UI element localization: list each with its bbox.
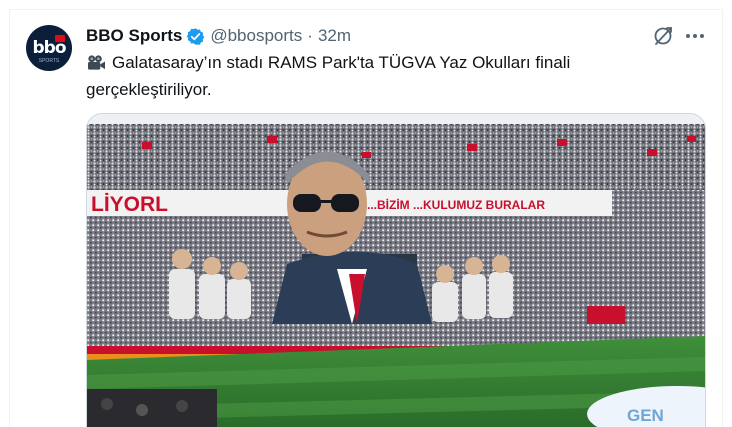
grok-icon[interactable] <box>652 25 674 47</box>
flag-icon <box>55 35 65 42</box>
tweet-text-line-1: Galatasaray’ın stadı RAMS Park'ta TÜGVA … <box>86 51 686 78</box>
separator-dot: · <box>307 26 313 45</box>
tweet-media-image[interactable]: LİYORL ...BİZİM ...KULUMUZ BURALAR GEN <box>86 113 706 427</box>
banner-left-text: LİYORL <box>91 193 168 216</box>
tweet-header: BBO Sports @bbosports · 32m <box>86 25 351 47</box>
verified-icon[interactable] <box>186 27 205 46</box>
tweet-text-line-2: gerçekleştiriliyor. <box>86 80 212 99</box>
author-name[interactable]: BBO Sports <box>86 26 182 46</box>
tweet-text: Galatasaray’ın stadı RAMS Park'ta TÜGVA … <box>86 51 686 102</box>
pitch-board-text: GEN <box>627 406 664 425</box>
stadium-photo: LİYORL ...BİZİM ...KULUMUZ BURALAR GEN <box>87 114 705 427</box>
avatar-sub-text: SPORTS <box>38 58 60 64</box>
timestamp[interactable]: 32m <box>318 26 351 46</box>
avatar[interactable]: bbo SPORTS <box>26 25 72 71</box>
camera-icon <box>86 54 107 78</box>
author-handle[interactable]: @bbosports <box>210 26 302 46</box>
tweet-text-content-1: Galatasaray’ın stadı RAMS Park'ta TÜGVA … <box>112 53 571 72</box>
more-icon[interactable] <box>684 25 706 47</box>
banner-right-text: ...BİZİM ...KULUMUZ BURALAR <box>367 197 545 212</box>
